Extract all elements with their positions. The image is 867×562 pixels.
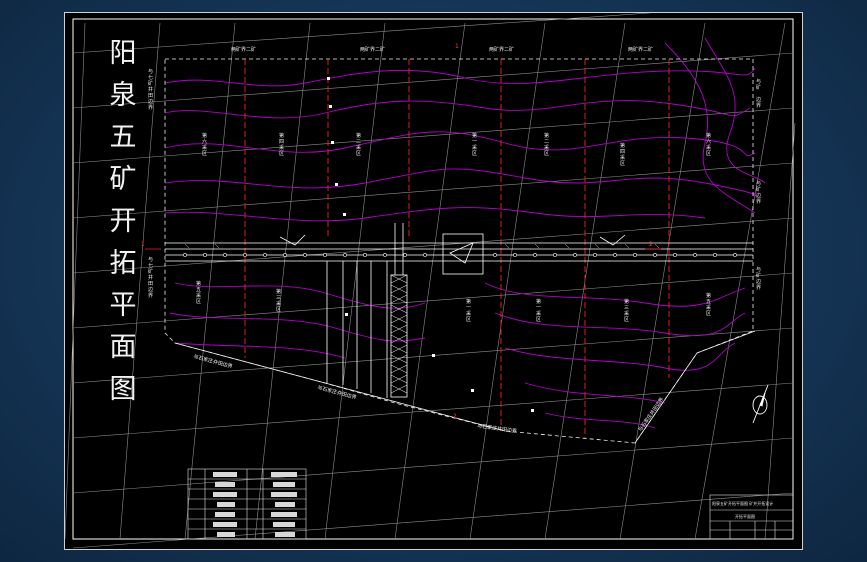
- panel-label: 第一采区: [465, 299, 471, 323]
- panel-label: 第二采区: [543, 133, 549, 157]
- title-char: 泉: [109, 80, 137, 111]
- title-char: 平: [109, 290, 137, 321]
- title-char: 五: [109, 122, 137, 153]
- title-char: 拓: [109, 248, 137, 279]
- shaft-pillar-hatch: [390, 274, 408, 394]
- boreholes: [327, 77, 534, 412]
- boundary-label: 两矿界二矿: [360, 47, 386, 53]
- panel-label: 第五采区: [195, 281, 201, 305]
- right-boundary-label: 与矿边界: [755, 181, 761, 205]
- coordinate-grid: [65, 13, 796, 549]
- roadway-crosshatch: [184, 243, 660, 249]
- right-boundary-label: 与矿: [755, 79, 761, 91]
- panel-label: 第三采区: [623, 299, 629, 323]
- title-block-row: 开拓平面图: [735, 514, 755, 519]
- panel-label: 第六采区: [201, 133, 207, 157]
- panel-label: 第二采区: [355, 133, 361, 157]
- drawing-sheet[interactable]: 阳 泉 五 矿 开 拓 平 面 图 两矿界二矿 两矿界二矿 两矿界二矿 两矿界二…: [64, 12, 803, 550]
- section-mark: 2: [649, 241, 653, 248]
- section-mark: 2: [453, 413, 457, 420]
- title-block-heading: 阳泉五矿开拓平面图 矿井开拓设计: [712, 501, 774, 506]
- mine-plan-drawing[interactable]: [65, 13, 802, 549]
- boundary-label: 两矿界二矿: [628, 47, 654, 53]
- title-char: 矿: [109, 164, 137, 195]
- panel-label: 第四采区: [278, 133, 284, 157]
- contour-lines: [164, 37, 766, 429]
- right-boundary-label: 与矿边界: [755, 267, 761, 291]
- title-char: 面: [109, 332, 137, 363]
- panel-label: 第一采区: [471, 133, 477, 157]
- left-boundary-label: 与七矿井田边界: [147, 69, 153, 111]
- title-char: 开: [109, 206, 137, 237]
- legend-symbols: [213, 472, 297, 537]
- panel-label: 第一采区: [535, 299, 541, 323]
- inner-frame: [72, 18, 794, 540]
- section-mark: 1: [141, 241, 145, 248]
- boundary-label: 两矿界二矿: [489, 47, 515, 53]
- section-mark: 1: [455, 43, 459, 50]
- north-arrow-icon: [752, 384, 769, 424]
- panel-label: 第五采区: [705, 293, 711, 317]
- boundary-label: 两矿界二矿: [231, 47, 257, 53]
- title-char: 图: [109, 374, 137, 405]
- left-boundary-label: 与七矿井田边界: [147, 257, 153, 299]
- panel-label: 第四采区: [619, 143, 625, 167]
- right-boundary-label: 边界: [755, 97, 761, 109]
- panel-label: 第六采区: [705, 133, 711, 157]
- title-char: 阳: [109, 38, 137, 69]
- panel-label: 第三采区: [275, 289, 281, 313]
- bottom-boundary: [174, 330, 756, 444]
